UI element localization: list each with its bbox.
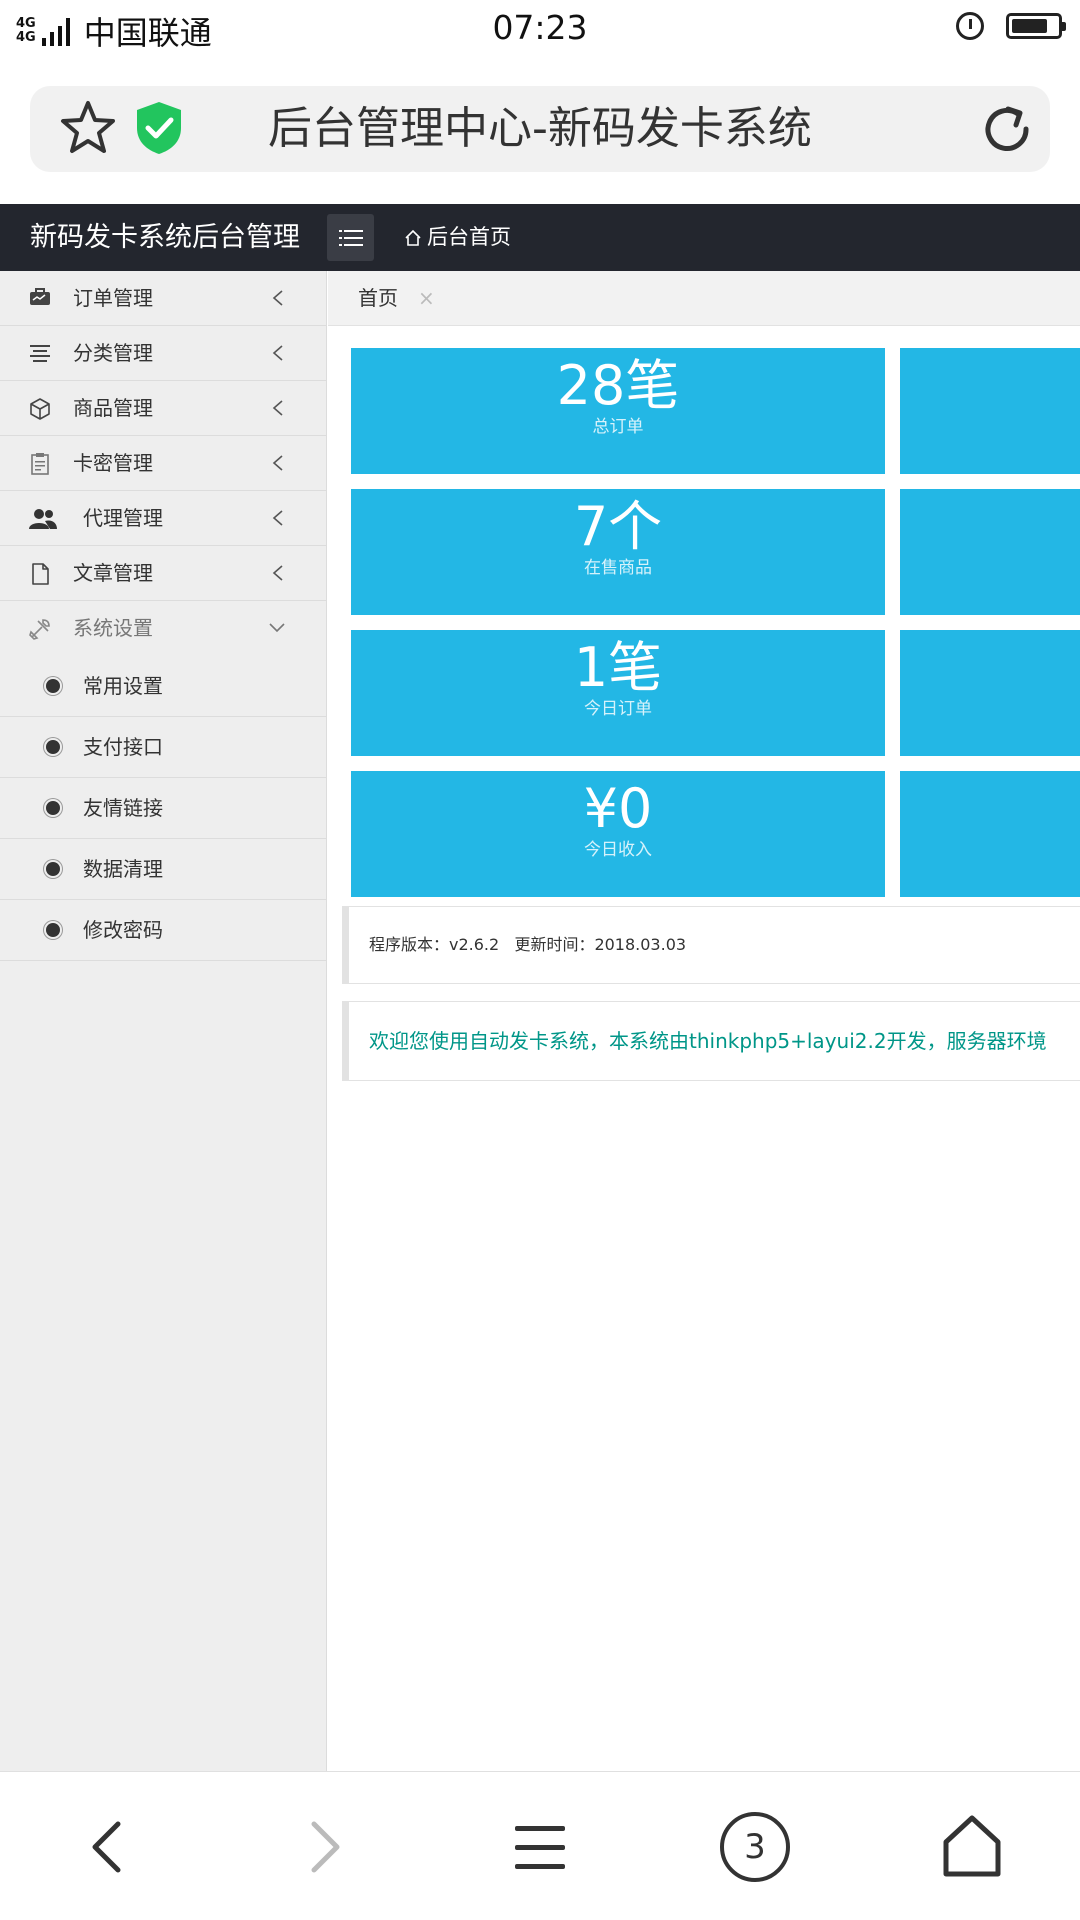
status-right (956, 12, 1066, 40)
tabs-button[interactable]: 3 (720, 1812, 790, 1882)
card-icon (31, 453, 49, 475)
chevron-left-icon (272, 510, 283, 526)
sidebar-item-settings[interactable]: 系统设置 (0, 601, 326, 656)
sidebar-subitem-label: 友情链接 (83, 796, 163, 820)
stat-card-right[interactable] (900, 630, 1080, 756)
sidebar-item-label: 代理管理 (83, 506, 163, 530)
chevron-left-icon (272, 345, 283, 361)
tab-bar: 首页 × (328, 271, 1080, 326)
sidebar-subitem-label: 修改密码 (83, 918, 163, 942)
home-link-label: 后台首页 (427, 225, 511, 249)
sidebar-subitem-links[interactable]: 友情链接 (0, 778, 326, 839)
version-info: 程序版本：v2.6.2 更新时间：2018.03.03 (369, 935, 687, 954)
sidebar-item-cards[interactable]: 卡密管理 (0, 436, 326, 491)
sidebar-item-orders[interactable]: 订单管理 (0, 271, 326, 326)
bullet-icon (46, 862, 60, 876)
sidebar-item-agents[interactable]: 代理管理 (0, 491, 326, 546)
sidebar-subitem-label: 常用设置 (83, 674, 163, 698)
welcome-text: 欢迎您使用自动发卡系统，本系统由thinkphp5+layui2.2开发，服务器… (369, 1029, 1047, 1053)
sidebar-item-label: 卡密管理 (73, 451, 153, 475)
home-icon[interactable] (937, 1812, 1007, 1882)
chevron-left-icon (272, 400, 283, 416)
menu-icon[interactable] (505, 1812, 575, 1882)
chevron-down-icon (269, 623, 285, 633)
admin-header: 新码发卡系统后台管理 后台首页 (0, 204, 1080, 271)
stat-value: 7个 (573, 495, 663, 558)
sidebar-subitem-general-settings[interactable]: 常用设置 (0, 656, 326, 717)
sidebar-item-label: 文章管理 (73, 561, 153, 585)
version-panel: 程序版本：v2.6.2 更新时间：2018.03.03 (342, 906, 1080, 984)
chevron-left-icon (272, 290, 283, 306)
chevron-left-icon (272, 455, 283, 471)
sidebar-subitem-data-cleanup[interactable]: 数据清理 (0, 839, 326, 900)
sidebar-item-categories[interactable]: 分类管理 (0, 326, 326, 381)
status-bar: 4G 4G 中国联通 07:23 (0, 0, 1080, 58)
back-icon[interactable] (73, 1812, 143, 1882)
stat-caption: 总订单 (592, 417, 644, 437)
sidebar: 订单管理 分类管理 商品管理 卡密管理 代理管理 文章管理 系统设置 常用设置 … (0, 271, 327, 1771)
stat-value: 1笔 (573, 636, 663, 699)
home-outline-icon (405, 229, 421, 246)
reload-icon[interactable] (978, 100, 1036, 158)
tab-home[interactable]: 首页 (358, 271, 398, 325)
settings-icon (29, 619, 50, 640)
welcome-panel: 欢迎您使用自动发卡系统，本系统由thinkphp5+layui2.2开发，服务器… (342, 1001, 1080, 1081)
sidebar-item-articles[interactable]: 文章管理 (0, 546, 326, 601)
stat-card-right[interactable] (900, 489, 1080, 615)
box-icon (30, 398, 50, 420)
sidebar-subitem-change-password[interactable]: 修改密码 (0, 900, 326, 961)
document-icon (32, 563, 49, 585)
sidebar-item-label: 系统设置 (73, 616, 153, 640)
home-link[interactable]: 后台首页 (404, 204, 511, 271)
main-content: 首页 × 28笔 总订单 7个 在售商品 1笔 今日订单 ¥0 今日收入 程序版… (328, 271, 1080, 1771)
menu-toggle-button[interactable] (327, 214, 374, 261)
stat-card-today-income[interactable]: ¥0 今日收入 (351, 771, 885, 897)
sidebar-item-products[interactable]: 商品管理 (0, 381, 326, 436)
browser-bottom-bar: 3 (0, 1771, 1080, 1920)
bullet-icon (46, 679, 60, 693)
bullet-icon (46, 801, 60, 815)
order-icon (30, 288, 50, 305)
battery-icon (1006, 13, 1066, 39)
list-icon (338, 229, 363, 246)
alarm-icon (956, 12, 984, 40)
forward-icon[interactable] (289, 1812, 359, 1882)
sidebar-subitem-payment[interactable]: 支付接口 (0, 717, 326, 778)
stat-value: 28笔 (556, 354, 680, 417)
clock: 07:23 (492, 8, 588, 47)
brand-title: 新码发卡系统后台管理 (30, 222, 300, 253)
users-icon (29, 509, 57, 529)
sidebar-subitem-label: 支付接口 (83, 735, 163, 759)
stat-card-today-orders[interactable]: 1笔 今日订单 (351, 630, 885, 756)
stat-card-products[interactable]: 7个 在售商品 (351, 489, 885, 615)
sidebar-subitem-label: 数据清理 (83, 857, 163, 881)
category-icon (30, 345, 50, 362)
stat-caption: 今日订单 (584, 699, 652, 719)
sidebar-item-label: 商品管理 (73, 396, 153, 420)
tab-close-icon[interactable]: × (418, 271, 435, 325)
chevron-left-icon (272, 565, 283, 581)
bullet-icon (46, 740, 60, 754)
stat-card-right[interactable] (900, 771, 1080, 897)
stat-card-total-orders[interactable]: 28笔 总订单 (351, 348, 885, 474)
bullet-icon (46, 923, 60, 937)
stat-value: ¥0 (583, 777, 653, 840)
stat-caption: 在售商品 (584, 558, 652, 578)
page-title: 后台管理中心-新码发卡系统 (268, 103, 812, 154)
address-bar[interactable]: 后台管理中心-新码发卡系统 (30, 86, 1050, 172)
browser-toolbar: 后台管理中心-新码发卡系统 (0, 58, 1080, 204)
stat-caption: 今日收入 (584, 840, 652, 860)
stat-card-right[interactable] (900, 348, 1080, 474)
sidebar-item-label: 分类管理 (73, 341, 153, 365)
sidebar-item-label: 订单管理 (73, 286, 153, 310)
